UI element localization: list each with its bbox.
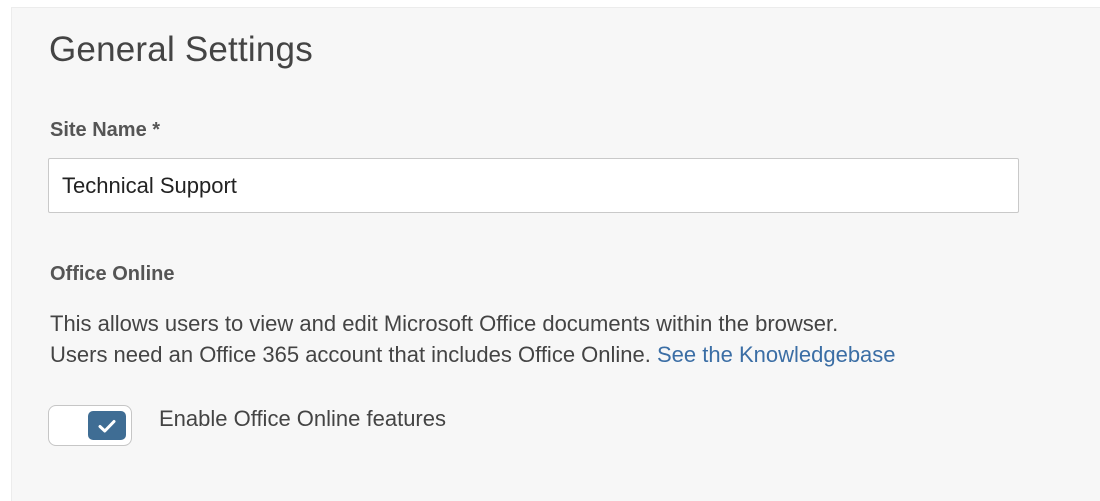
office-online-heading: Office Online (50, 263, 175, 285)
office-online-description: This allows users to view and edit Micro… (50, 308, 896, 370)
enable-office-online-label: Enable Office Online features (159, 406, 446, 431)
knowledgebase-link[interactable]: See the Knowledgebase (657, 342, 896, 367)
toggle-knob (88, 411, 126, 440)
description-line-2-text: Users need an Office 365 account that in… (50, 342, 651, 367)
site-name-label: Site Name * (50, 119, 161, 141)
page-title: General Settings (49, 30, 313, 69)
general-settings-panel: General Settings Site Name * Office Onli… (11, 7, 1100, 501)
enable-office-online-toggle[interactable] (48, 405, 132, 446)
site-name-input[interactable] (48, 158, 1019, 213)
description-line-1: This allows users to view and edit Micro… (50, 311, 839, 336)
description-line-2: Users need an Office 365 account that in… (50, 339, 896, 370)
checkmark-icon (98, 419, 116, 432)
